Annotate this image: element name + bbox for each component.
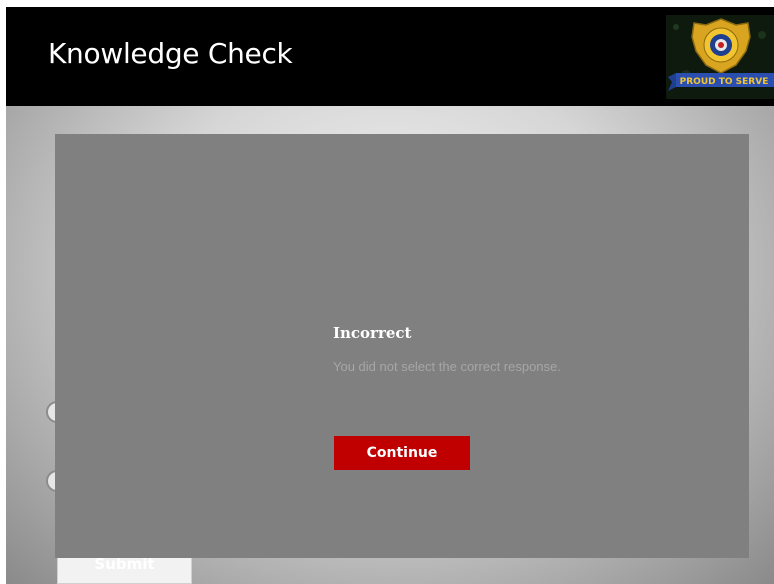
slide-header: Knowledge Check PROUD TO SERVE — [6, 7, 774, 106]
page-title: Knowledge Check — [48, 37, 293, 70]
feedback-message: You did not select the correct response. — [333, 359, 561, 374]
ribbon-text: PROUD TO SERVE — [680, 77, 769, 87]
feedback-title: Incorrect — [333, 324, 412, 342]
police-badge-logo: PROUD TO SERVE — [666, 15, 774, 99]
slide: Knowledge Check PROUD TO SERVE Submit In… — [6, 7, 774, 584]
feedback-overlay: Incorrect You did not select the correct… — [55, 134, 749, 558]
continue-button[interactable]: Continue — [334, 436, 470, 470]
